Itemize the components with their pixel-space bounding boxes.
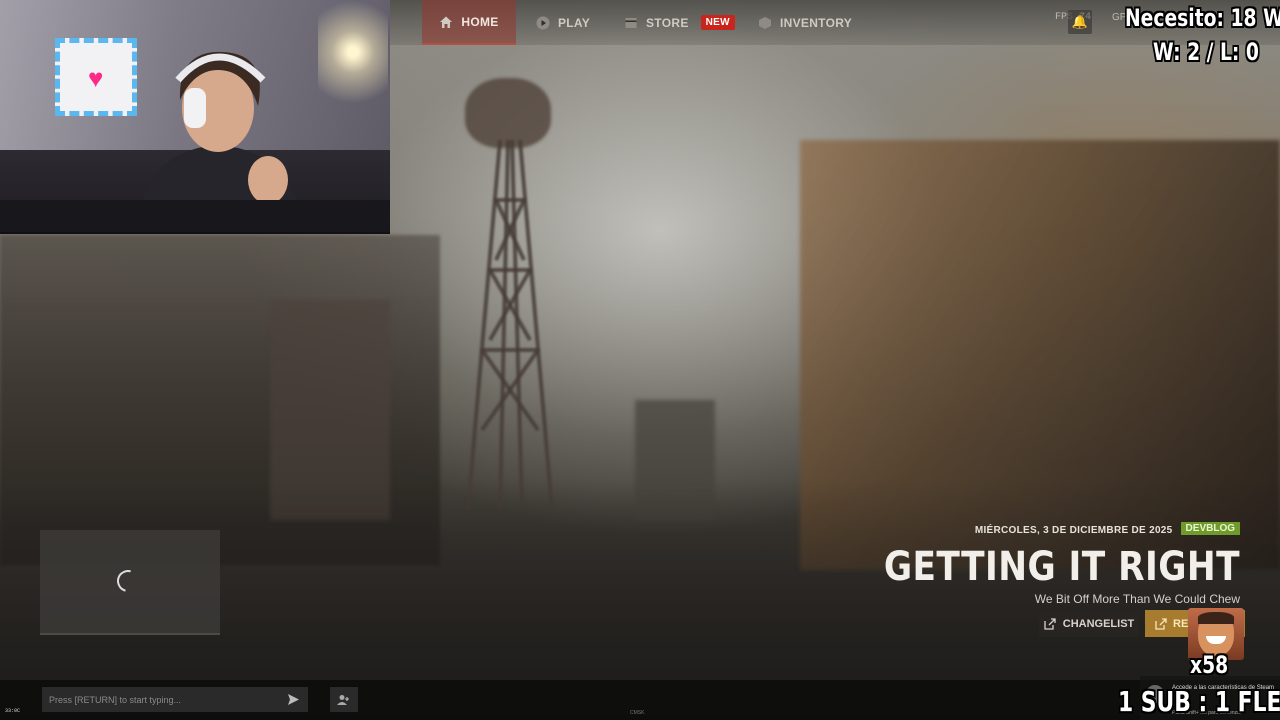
webcam-overlay: ♥	[0, 0, 390, 234]
nav-home[interactable]: HOME	[422, 0, 516, 45]
nav-play[interactable]: PLAY	[536, 0, 590, 45]
chat-input[interactable]	[42, 687, 308, 712]
changelist-label: CHANGELIST	[1062, 617, 1135, 630]
friends-icon	[337, 694, 349, 705]
win-loss-overlay: W: 2 / L: 0	[1153, 38, 1259, 66]
nav-inventory-label: INVENTORY	[780, 15, 853, 30]
nav-store-label: STORE	[646, 15, 689, 30]
home-icon	[440, 16, 453, 28]
news-block: MIÉRCOLES, 3 DE DICIEMBRE DE 2025 DEVBLOG…	[740, 520, 1240, 606]
nav-inventory[interactable]: INVENTORY	[758, 0, 852, 45]
news-tag: DEVBLOG	[1180, 522, 1240, 536]
heart-icon: ♥	[88, 63, 104, 93]
send-icon	[287, 693, 299, 705]
emote-counter: x58	[1190, 651, 1229, 679]
sub-rule-overlay: 1 SUB : 1 FLEXIÓN	[1118, 685, 1280, 718]
send-button[interactable]	[284, 691, 302, 707]
news-subtitle: We Bit Off More Than We Could Chew	[1034, 592, 1240, 606]
center-hint: CMSK	[630, 710, 645, 716]
read-more-label: RE	[1173, 617, 1189, 630]
clock-readout: 33:0C	[5, 708, 21, 714]
changelist-button[interactable]: CHANGELIST	[1039, 610, 1139, 637]
nav-play-label: PLAY	[558, 15, 591, 30]
news-meta: MIÉRCOLES, 3 DE DICIEMBRE DE 2025 DEVBLOG	[740, 520, 1240, 538]
webcam-desk	[0, 200, 390, 232]
external-link-icon	[1155, 617, 1167, 630]
christmas-tree	[318, 0, 388, 130]
bell-icon: 🔔	[1071, 14, 1089, 29]
external-link-icon	[1044, 617, 1056, 630]
stream-goal-overlay: Necesito: 18 WINS	[1125, 4, 1280, 32]
notifications-button[interactable]: 🔔	[1068, 10, 1092, 34]
loading-panel	[40, 530, 220, 635]
nav-store[interactable]: STORE NEW	[624, 0, 735, 45]
streamer-figure	[138, 51, 303, 220]
news-date: MIÉRCOLES, 3 DE DICIEMBRE DE 2025	[974, 525, 1173, 536]
water-tower-tank	[465, 78, 551, 148]
store-new-badge: NEW	[700, 15, 735, 30]
nav-home-label: HOME	[461, 14, 499, 29]
store-icon	[625, 17, 637, 28]
loading-spinner-icon	[112, 565, 144, 597]
news-title: GETTING IT RIGHT	[883, 544, 1240, 590]
water-tower-legs	[466, 140, 554, 510]
inventory-icon	[759, 16, 771, 29]
friends-button[interactable]	[330, 687, 358, 712]
play-icon	[536, 16, 550, 29]
emote-hair	[1198, 612, 1234, 624]
